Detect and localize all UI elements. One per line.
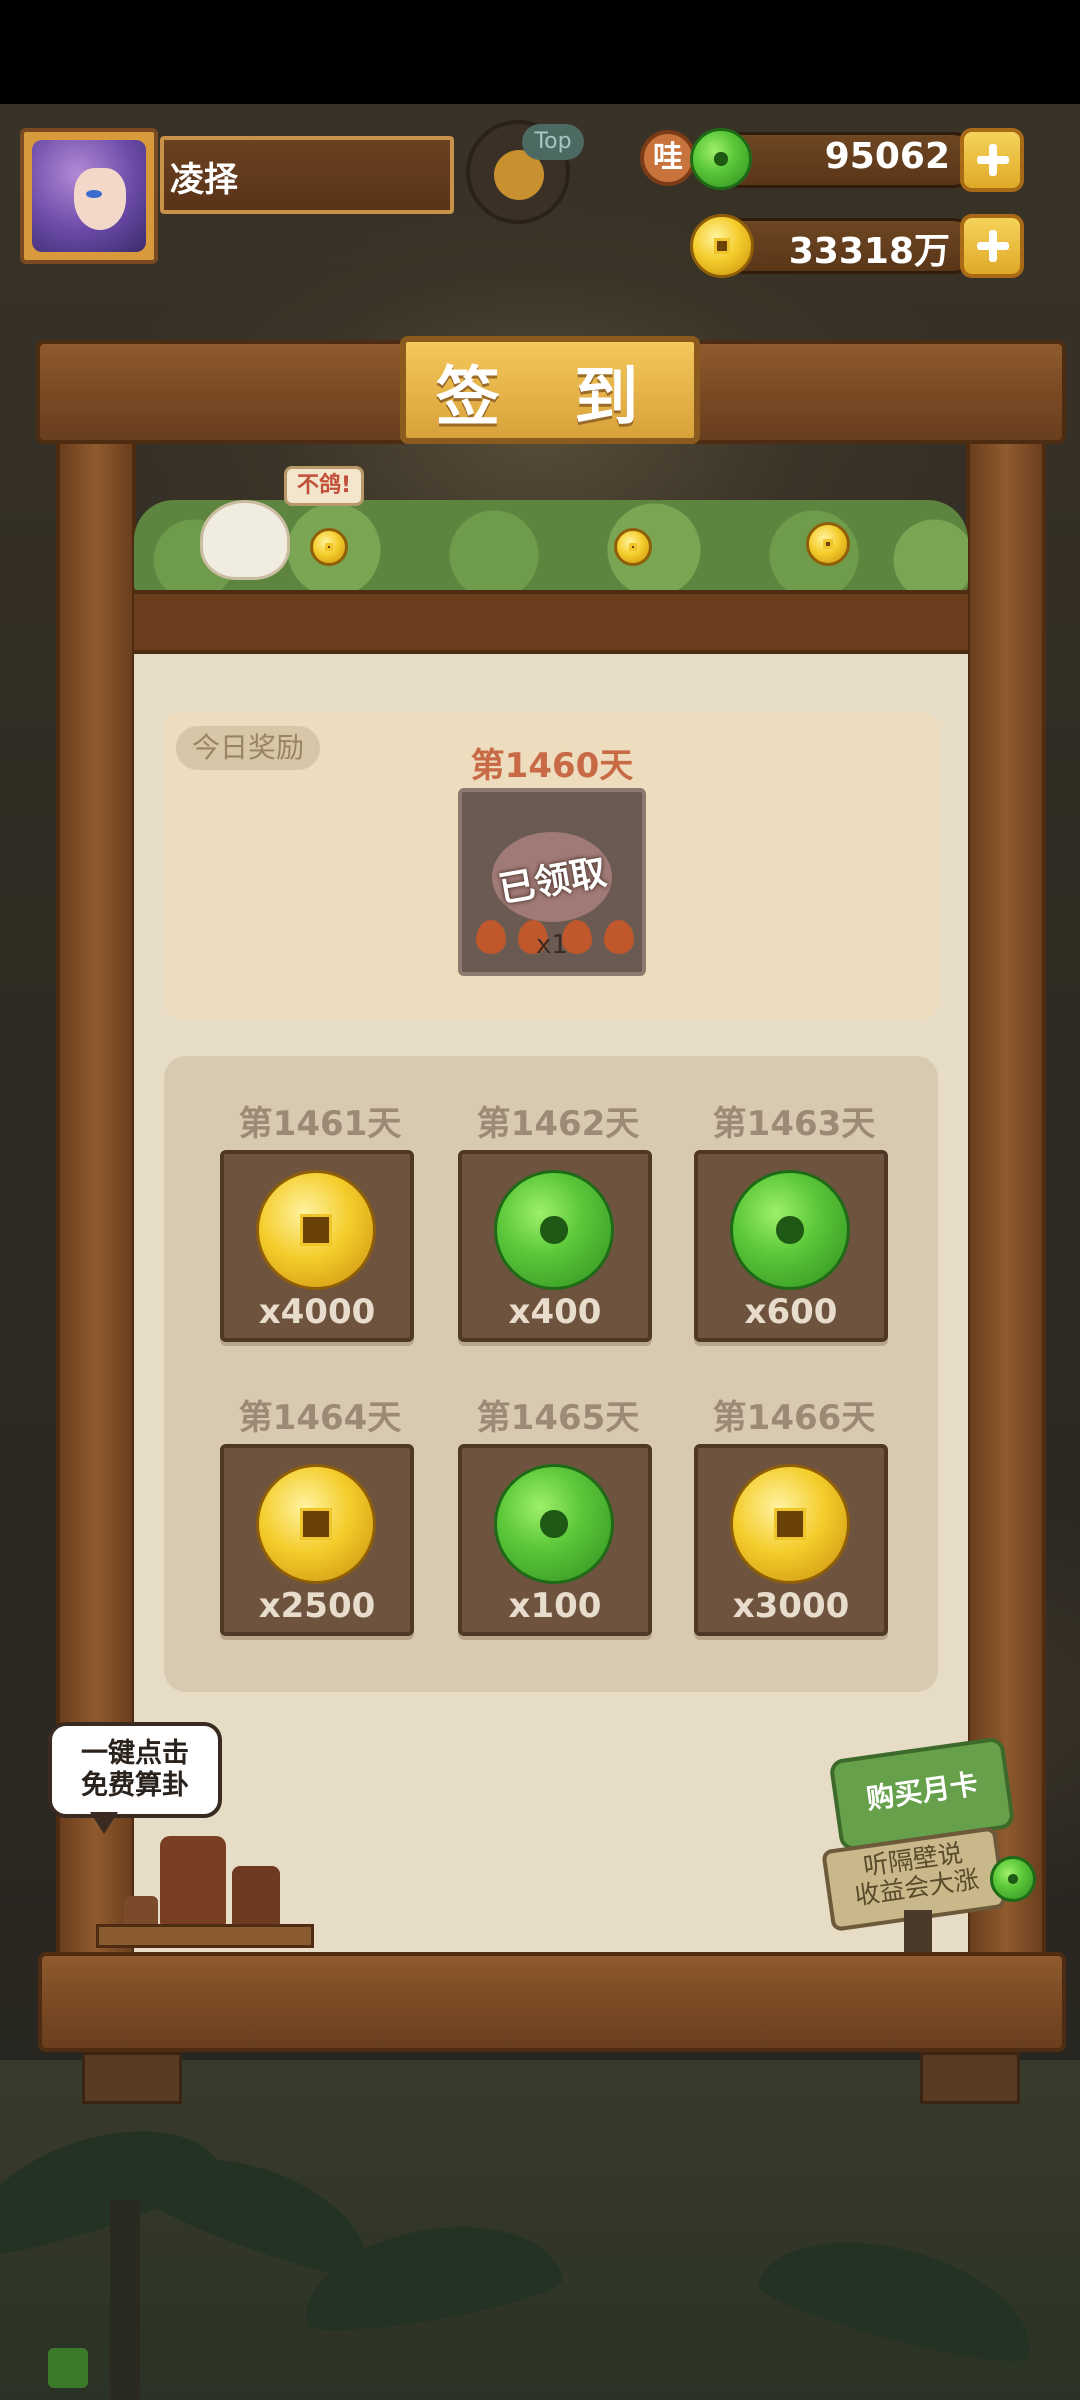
coin-icon	[690, 214, 754, 278]
today-reward-label: 今日奖励	[176, 726, 320, 770]
ornament-beam	[134, 590, 968, 654]
corner-button[interactable]	[48, 2348, 88, 2388]
reward-qty: x2500	[258, 1586, 376, 1626]
reward-day-label: 第1466天	[712, 1398, 876, 1438]
reward-qty: x3000	[732, 1586, 850, 1626]
status-bar	[0, 0, 1080, 104]
jar-icon	[232, 1866, 280, 1930]
fortune-line2: 免费算卦	[81, 1770, 189, 1801]
palm-trunk	[110, 2200, 140, 2400]
frame-foot	[920, 2052, 1020, 2104]
reward-qty: x600	[744, 1292, 838, 1332]
add-coins-button[interactable]	[960, 214, 1024, 278]
wa-badge-icon: 哇	[640, 130, 696, 186]
jar-icon[interactable]	[160, 1836, 226, 1928]
chicken-mascot-icon	[200, 500, 290, 580]
reward-day-label: 第1465天	[476, 1398, 640, 1438]
shelf	[96, 1924, 314, 1948]
coin-icon	[256, 1170, 376, 1290]
jade-icon	[990, 1856, 1036, 1902]
background-ground	[0, 2060, 1080, 2400]
coin-currency-value: 33318万	[788, 231, 950, 272]
dialog-title: 签 到	[435, 361, 665, 435]
avatar-eye	[86, 190, 102, 198]
coin-icon	[730, 1464, 850, 1584]
top-label: Top	[522, 124, 584, 160]
frame-foot	[82, 2052, 182, 2104]
coin-decoration-icon	[310, 528, 348, 566]
today-day-label: 第1460天	[470, 746, 634, 786]
fortune-line1: 一键点击	[81, 1738, 189, 1769]
coin-decoration-icon	[614, 528, 652, 566]
reward-day-label: 第1463天	[712, 1104, 876, 1144]
jade-icon	[494, 1464, 614, 1584]
mascot-speech: 不鸽!	[284, 466, 364, 506]
avatar-face	[74, 168, 126, 230]
reward-day-label: 第1462天	[476, 1104, 640, 1144]
frame-right-post	[966, 370, 1046, 1970]
today-reward-qty: x1	[536, 930, 568, 960]
reward-day-label: 第1461天	[238, 1104, 402, 1144]
sign-post	[904, 1910, 932, 1958]
jade-icon	[690, 128, 752, 190]
reward-day-label: 第1464天	[238, 1398, 402, 1438]
coin-icon	[256, 1464, 376, 1584]
fortune-bubble[interactable]: 一键点击 免费算卦	[48, 1722, 222, 1818]
reward-qty: x4000	[258, 1292, 376, 1332]
frame-bottom-beam	[38, 1952, 1066, 2052]
add-jade-button[interactable]	[960, 128, 1024, 192]
jade-icon	[494, 1170, 614, 1290]
jade-icon	[730, 1170, 850, 1290]
reward-qty: x400	[508, 1292, 602, 1332]
player-name: 凌择	[170, 160, 238, 200]
coin-decoration-icon	[806, 522, 850, 566]
reward-qty: x100	[508, 1586, 602, 1626]
bubble-tail	[90, 1812, 118, 1834]
player-avatar[interactable]	[20, 128, 158, 264]
jade-currency-value: 95062	[824, 136, 950, 177]
